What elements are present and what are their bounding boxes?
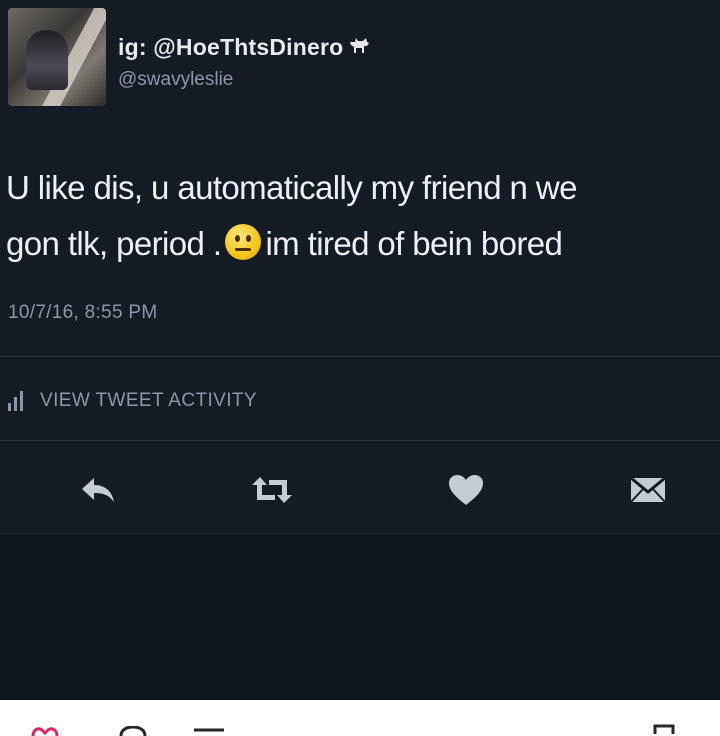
tweet-text-line-1: U like dis, u automatically my friend n … [6,169,577,206]
view-tweet-activity-label: VIEW TWEET ACTIVITY [40,390,257,411]
tweet-text: U like dis, u automatically my friend n … [6,160,718,272]
tweet-text-segment: im tired of bein bored [265,225,563,262]
retweet-button[interactable] [250,470,294,510]
neutral-face-emoji-icon [225,224,262,260]
reply-button[interactable] [76,470,120,510]
background-band [0,535,720,700]
divider [0,356,720,357]
reply-icon [82,478,114,502]
tweet-screenshot: ig: @HoeThtsDinero @swavyleslie U like d… [0,0,720,700]
retweet-icon [252,477,292,503]
heart-outline-icon[interactable] [30,726,60,736]
username-handle[interactable]: @swavyleslie [118,69,233,91]
display-name-text: ig: @HoeThtsDinero [118,34,344,60]
display-name[interactable]: ig: @HoeThtsDinero [118,34,371,62]
instagram-action-bar [0,700,720,736]
tweet-header: ig: @HoeThtsDinero @swavyleslie [0,0,720,120]
divider [0,440,720,441]
goat-icon [347,36,371,62]
avatar[interactable] [8,8,106,106]
like-button[interactable] [444,470,488,510]
tweet-timestamp[interactable]: 10/7/16, 8:55 PM [8,302,158,324]
view-tweet-activity-link[interactable]: VIEW TWEET ACTIVITY [8,384,257,418]
bookmark-icon[interactable] [652,724,676,734]
heart-icon [449,475,483,505]
tweet-actions [0,460,720,520]
comment-icon[interactable] [118,726,148,736]
envelope-icon [630,476,666,503]
bar-chart-icon [8,391,30,411]
tweet-text-segment: gon tlk, period . [6,225,222,262]
tweet-text-line-2: gon tlk, period . im tired of bein bored [6,216,718,272]
direct-message-button[interactable] [626,470,670,510]
